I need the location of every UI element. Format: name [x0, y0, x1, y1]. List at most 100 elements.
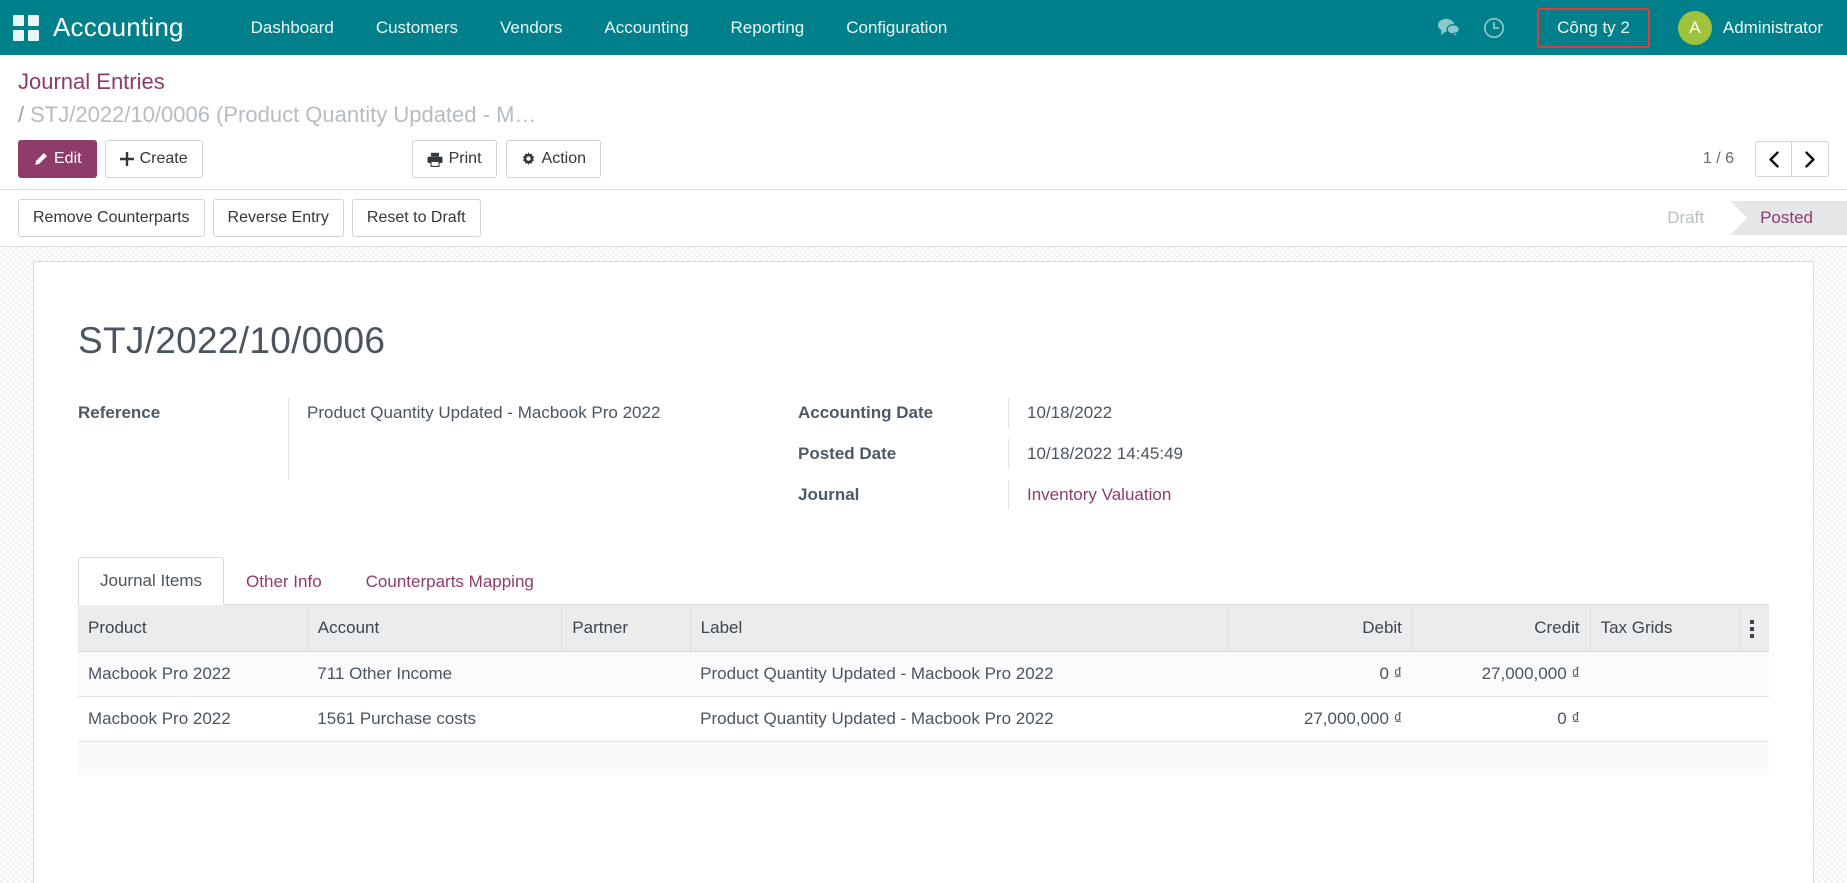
cell-credit[interactable]: 27,000,000 ₫ — [1412, 652, 1590, 697]
pager-previous-button[interactable] — [1755, 141, 1792, 177]
create-button[interactable]: Create — [105, 140, 203, 178]
print-button[interactable]: Print — [412, 140, 497, 178]
field-accounting-date-value[interactable]: 10/18/2022 — [1008, 398, 1769, 428]
table-body: Macbook Pro 2022 711 Other Income Produc… — [78, 652, 1769, 775]
journal-items-table-wrap: Product Account Partner Label Debit Cred… — [78, 605, 1769, 775]
remove-counterparts-button[interactable]: Remove Counterparts — [18, 199, 205, 237]
breadcrumb-current-record: /STJ/2022/10/0006 (Product Quantity Upda… — [18, 99, 918, 131]
optional-columns-header[interactable] — [1739, 605, 1769, 652]
clock-icon[interactable] — [1471, 0, 1517, 55]
vertical-dots-icon[interactable] — [1750, 620, 1754, 638]
action-button[interactable]: Action — [506, 140, 601, 178]
cell-account[interactable]: 711 Other Income — [307, 652, 562, 697]
pager: 1 / 6 — [1703, 141, 1829, 177]
reset-to-draft-button[interactable]: Reset to Draft — [352, 199, 481, 237]
reverse-entry-button[interactable]: Reverse Entry — [213, 199, 344, 237]
column-header-product[interactable]: Product — [78, 605, 307, 652]
cell-credit[interactable]: 0 ₫ — [1412, 697, 1590, 742]
field-journal-value[interactable]: Inventory Valuation — [1008, 480, 1769, 510]
apps-grid-icon[interactable] — [13, 15, 39, 41]
cell-empty — [1412, 742, 1590, 775]
menu-dashboard[interactable]: Dashboard — [230, 0, 355, 55]
breadcrumb-journal-entries[interactable]: Journal Entries — [18, 67, 1829, 97]
edit-button[interactable]: Edit — [18, 140, 97, 178]
cell-product[interactable]: Macbook Pro 2022 — [78, 652, 307, 697]
status-pipeline: Draft Posted — [1637, 201, 1847, 235]
menu-vendors[interactable]: Vendors — [479, 0, 583, 55]
edit-button-label: Edit — [54, 148, 82, 170]
pencil-icon — [33, 152, 48, 167]
cell-spacer — [1739, 652, 1769, 697]
top-navbar: Accounting Dashboard Customers Vendors A… — [0, 0, 1847, 55]
cell-account[interactable]: 1561 Purchase costs — [307, 697, 562, 742]
control-panel-buttons: Edit Create Print — [18, 140, 1829, 189]
cell-label[interactable]: Product Quantity Updated - Macbook Pro 2… — [690, 652, 1229, 697]
field-reference-label: Reference — [78, 398, 288, 428]
cell-spacer — [1739, 697, 1769, 742]
apps-grid-square — [28, 30, 39, 41]
action-button-label: Action — [542, 148, 586, 170]
field-posted-date-value[interactable]: 10/18/2022 14:45:49 — [1008, 439, 1769, 469]
column-header-partner[interactable]: Partner — [562, 605, 690, 652]
user-menu[interactable]: Administrator — [1723, 18, 1829, 38]
form-fields-grid: Reference Product Quantity Updated - Mac… — [78, 398, 1769, 521]
status-badge-posted[interactable]: Posted — [1730, 201, 1847, 235]
apps-grid-square — [13, 30, 24, 41]
menu-configuration[interactable]: Configuration — [825, 0, 968, 55]
apps-grid-square — [13, 15, 24, 26]
column-header-credit[interactable]: Credit — [1412, 605, 1590, 652]
cell-label[interactable]: Product Quantity Updated - Macbook Pro 2… — [690, 697, 1229, 742]
app-brand-accounting[interactable]: Accounting — [53, 12, 184, 43]
pager-count: 1 / 6 — [1703, 150, 1734, 168]
field-posted-date-label: Posted Date — [798, 439, 1008, 469]
breadcrumb-current-label: STJ/2022/10/0006 (Product Quantity Updat… — [30, 102, 536, 127]
apps-grid-square — [28, 15, 39, 26]
cell-partner[interactable] — [562, 697, 690, 742]
table-row[interactable]: Macbook Pro 2022 1561 Purchase costs Pro… — [78, 697, 1769, 742]
column-header-label[interactable]: Label — [690, 605, 1229, 652]
status-badge-draft[interactable]: Draft — [1637, 201, 1730, 235]
cell-empty — [690, 742, 1229, 775]
cell-debit[interactable]: 0 ₫ — [1229, 652, 1412, 697]
cell-empty — [1590, 742, 1739, 775]
column-header-account[interactable]: Account — [307, 605, 562, 652]
tab-journal-items[interactable]: Journal Items — [78, 557, 224, 605]
field-journal-label: Journal — [798, 480, 1008, 510]
tab-counterparts-mapping[interactable]: Counterparts Mapping — [344, 558, 556, 605]
plus-icon — [120, 152, 134, 166]
statusbar-row: Remove Counterparts Reverse Entry Reset … — [0, 190, 1847, 247]
field-reference-value[interactable]: Product Quantity Updated - Macbook Pro 2… — [288, 398, 798, 480]
cell-partner[interactable] — [562, 652, 690, 697]
form-column-left: Reference Product Quantity Updated - Mac… — [78, 398, 798, 521]
field-journal: Journal Inventory Valuation — [798, 480, 1769, 521]
table-row-empty[interactable] — [78, 742, 1769, 775]
pager-next-button[interactable] — [1792, 141, 1829, 177]
content-area: STJ/2022/10/0006 Reference Product Quant… — [0, 247, 1847, 883]
dot — [1750, 627, 1754, 631]
cell-product[interactable]: Macbook Pro 2022 — [78, 697, 307, 742]
cell-empty — [78, 742, 307, 775]
cell-empty — [562, 742, 690, 775]
table-header: Product Account Partner Label Debit Cred… — [78, 605, 1769, 652]
column-header-tax-grids[interactable]: Tax Grids — [1590, 605, 1739, 652]
print-button-label: Print — [449, 148, 482, 170]
company-switcher[interactable]: Công ty 2 — [1537, 8, 1650, 48]
cell-tax-grids[interactable] — [1590, 697, 1739, 742]
cell-tax-grids[interactable] — [1590, 652, 1739, 697]
gear-icon — [521, 152, 536, 167]
chat-bubble-icon[interactable] — [1425, 0, 1471, 55]
printer-icon — [427, 152, 443, 167]
menu-customers[interactable]: Customers — [355, 0, 479, 55]
control-panel: Journal Entries /STJ/2022/10/0006 (Produ… — [0, 55, 1847, 190]
field-posted-date: Posted Date 10/18/2022 14:45:49 — [798, 439, 1769, 480]
secondary-button-group: Print Action — [412, 140, 601, 178]
table-row[interactable]: Macbook Pro 2022 711 Other Income Produc… — [78, 652, 1769, 697]
menu-accounting[interactable]: Accounting — [583, 0, 709, 55]
tab-other-info[interactable]: Other Info — [224, 558, 344, 605]
page-title: STJ/2022/10/0006 — [78, 318, 1769, 364]
form-sheet-inner: STJ/2022/10/0006 Reference Product Quant… — [34, 318, 1813, 775]
cell-debit[interactable]: 27,000,000 ₫ — [1229, 697, 1412, 742]
column-header-debit[interactable]: Debit — [1229, 605, 1412, 652]
journal-items-table: Product Account Partner Label Debit Cred… — [78, 605, 1769, 775]
menu-reporting[interactable]: Reporting — [710, 0, 826, 55]
